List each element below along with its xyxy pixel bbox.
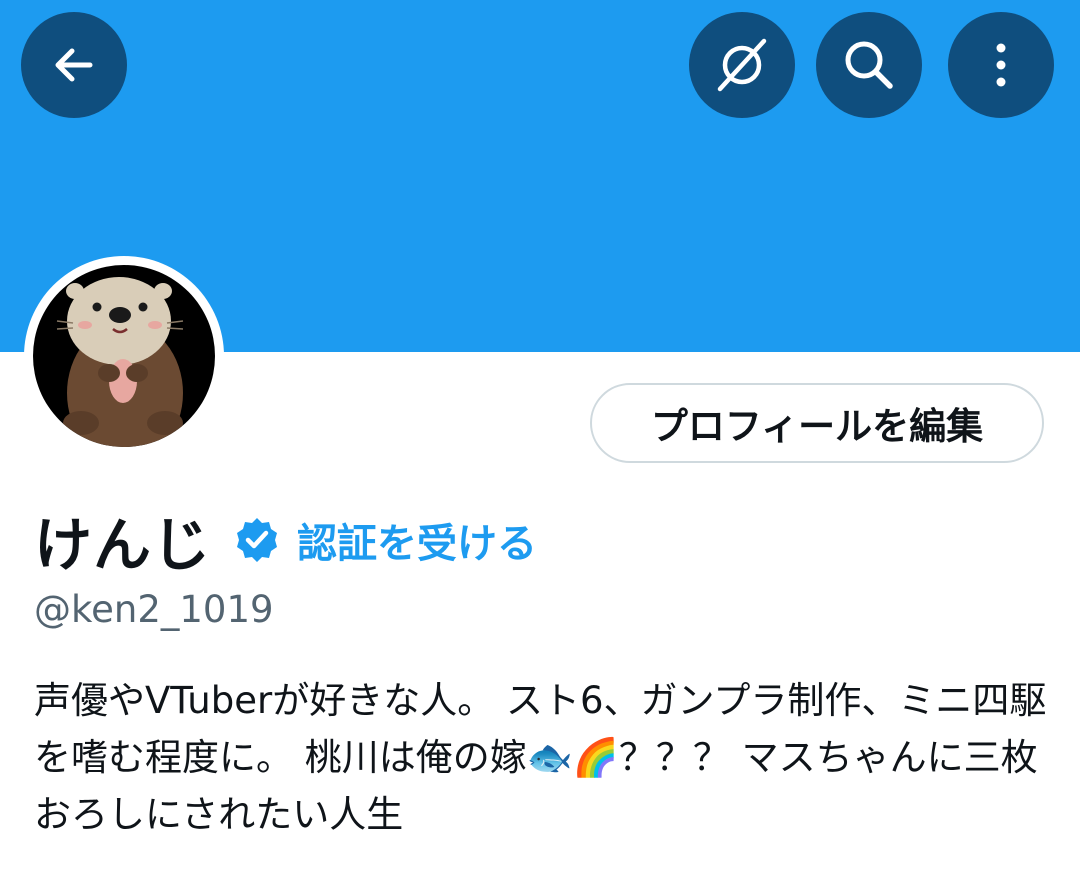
hide-replies-button[interactable] (689, 12, 795, 118)
more-vertical-icon (996, 43, 1006, 87)
verified-badge-icon[interactable] (233, 516, 281, 564)
get-verified-link[interactable]: 認証を受ける (297, 511, 537, 569)
display-name: けんじ (34, 511, 212, 579)
edit-profile-button[interactable]: プロフィールを編集 (590, 383, 1044, 463)
sea-otter-avatar (33, 265, 215, 447)
user-handle: @ken2_1019 (34, 588, 274, 631)
avatar[interactable] (24, 256, 224, 456)
search-button[interactable] (816, 12, 922, 118)
back-button[interactable] (21, 12, 127, 118)
search-icon (845, 41, 893, 89)
name-row: けんじ 認証を受ける (34, 500, 537, 580)
more-options-button[interactable] (948, 12, 1054, 118)
profile-bio: 声優やVTuberが好きな人。 スト6、ガンプラ制作、ミニ四駆を嗜む程度に。 桃… (34, 679, 1047, 836)
eye-off-icon (717, 38, 767, 92)
arrow-left-icon (55, 48, 93, 82)
